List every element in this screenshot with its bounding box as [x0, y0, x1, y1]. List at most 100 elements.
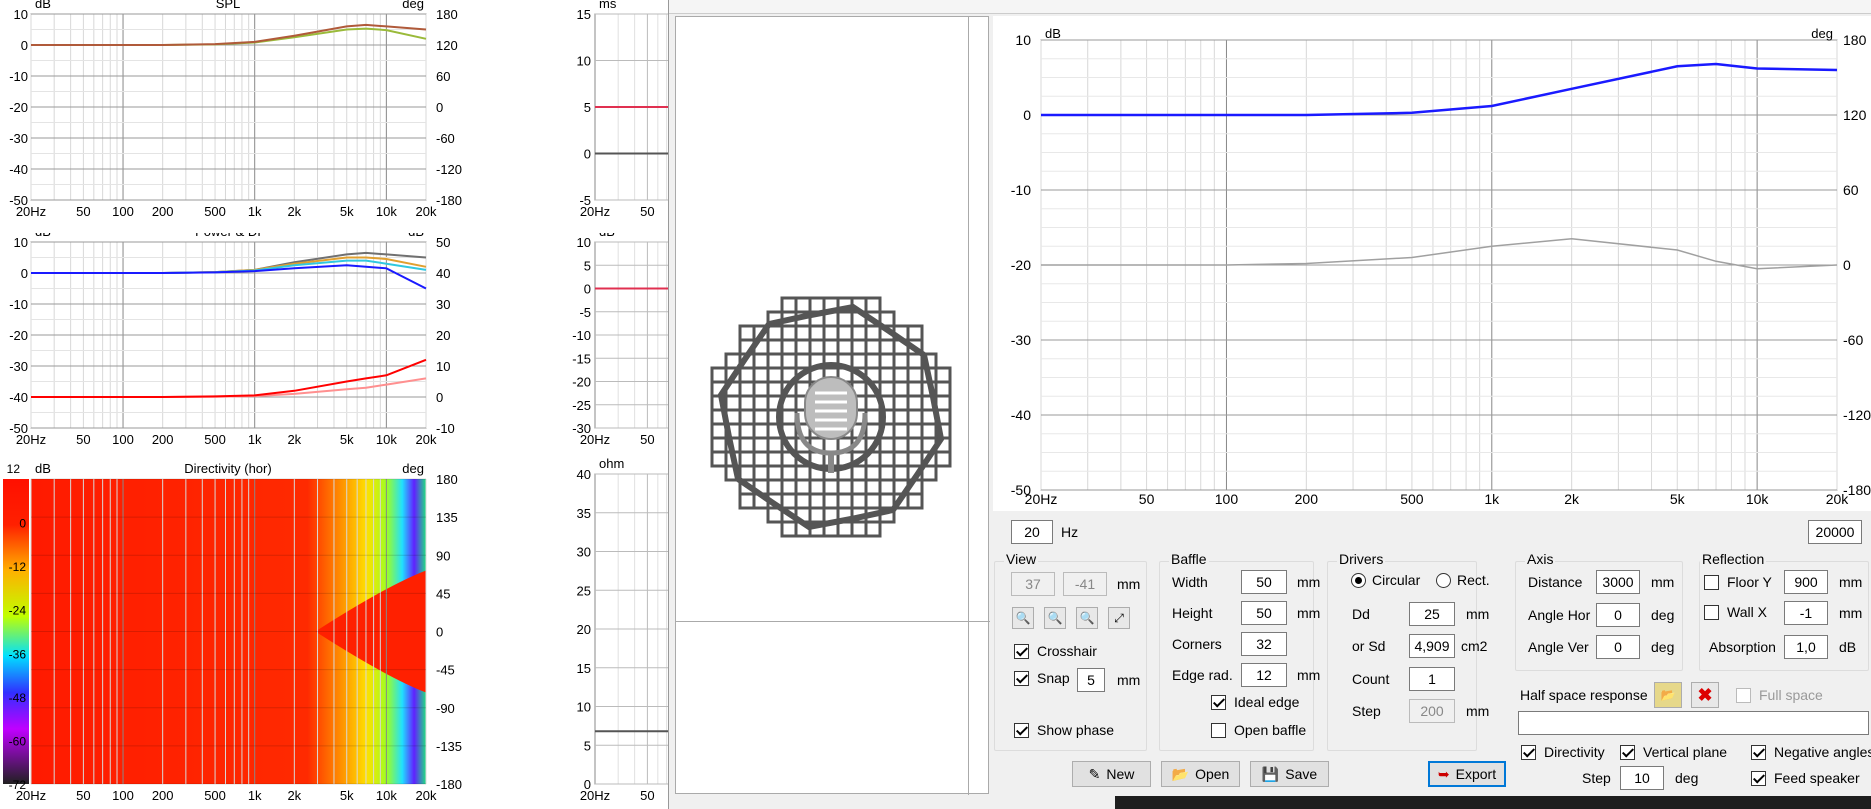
full-space-checkbox[interactable]: [1736, 688, 1751, 703]
corners-label: Corners: [1172, 636, 1222, 652]
tick-label: 20k: [416, 788, 437, 803]
tick-label: 20Hz: [16, 204, 46, 219]
axis-label: deg: [402, 461, 424, 476]
delete-icon[interactable]: ✖: [1691, 682, 1719, 708]
floor-input[interactable]: 900: [1784, 570, 1828, 594]
new-button[interactable]: ✎ New: [1072, 761, 1151, 787]
height-input[interactable]: 50: [1241, 601, 1287, 625]
angle-hor-input[interactable]: 0: [1596, 603, 1640, 627]
rect-radio[interactable]: [1436, 573, 1451, 588]
axis-group-title: Axis: [1525, 551, 1556, 567]
grid-cell: [766, 464, 784, 482]
chart-title: Power & DI: [195, 233, 261, 239]
tick-label: 10: [577, 54, 591, 69]
tick-label: 0: [1843, 257, 1851, 273]
tick-label: 50: [640, 432, 654, 447]
scale-label: 0: [19, 517, 26, 531]
tick-label: 2k: [287, 432, 301, 447]
tick-label: 5k: [340, 432, 354, 447]
grid-cell: [822, 338, 840, 356]
new-label: New: [1106, 766, 1135, 782]
edge-input[interactable]: 12: [1241, 663, 1287, 687]
tick-label: 5k: [1670, 491, 1686, 507]
scale-label: -36: [9, 647, 27, 661]
grid-cell: [920, 422, 938, 440]
grid-cell: [878, 492, 896, 510]
feed-speaker-checkbox[interactable]: [1751, 771, 1766, 786]
grid-cell: [906, 366, 924, 384]
half-space-path-input[interactable]: [1518, 711, 1869, 735]
dd-input[interactable]: 25: [1409, 602, 1455, 626]
tick-label: 20Hz: [580, 788, 610, 803]
absorption-input[interactable]: 1,0: [1784, 635, 1828, 659]
grid-cell: [892, 450, 910, 468]
tick-label: -60: [436, 131, 455, 146]
baffle-canvas[interactable]: [675, 16, 990, 795]
snap-unit: mm: [1117, 672, 1141, 688]
circular-radio[interactable]: [1351, 573, 1366, 588]
grid-cell: [738, 422, 756, 440]
grid-cell: [766, 366, 784, 384]
zoom-fit-icon[interactable]: 🔍: [1044, 607, 1066, 629]
axis-label: dB: [1045, 26, 1061, 41]
ideal-edge-label: Ideal edge: [1234, 694, 1300, 710]
grid-cell: [794, 352, 812, 370]
edge-unit: mm: [1297, 667, 1321, 683]
chart-title: Directivity (hor): [184, 461, 271, 476]
grid-cell: [780, 352, 798, 370]
width-input[interactable]: 50: [1241, 570, 1287, 594]
tick-label: 500: [1400, 491, 1424, 507]
vertical-plane-checkbox[interactable]: [1620, 745, 1635, 760]
tick-label: 20k: [416, 432, 437, 447]
wall-checkbox[interactable]: [1704, 605, 1719, 620]
dd-unit: mm: [1466, 606, 1490, 622]
count-input[interactable]: 1: [1409, 667, 1455, 691]
directivity-checkbox[interactable]: [1521, 745, 1536, 760]
options-step-input[interactable]: 10: [1620, 766, 1664, 790]
floor-checkbox[interactable]: [1704, 575, 1719, 590]
freq-max-input[interactable]: 20000: [1808, 520, 1862, 544]
export-button[interactable]: ➥ Export: [1428, 761, 1506, 787]
tick-label: 10: [14, 7, 28, 22]
zoom-out-icon[interactable]: 🔍: [1012, 607, 1034, 629]
view-x-input[interactable]: 37: [1011, 572, 1055, 596]
grid-cell: [878, 464, 896, 482]
ideal-edge-checkbox[interactable]: [1211, 695, 1226, 710]
snap-checkbox[interactable]: [1014, 671, 1029, 686]
open-baffle-checkbox[interactable]: [1211, 723, 1226, 738]
crosshair-checkbox[interactable]: [1014, 644, 1029, 659]
width-unit: mm: [1297, 574, 1321, 590]
grid-cell: [892, 408, 910, 426]
crosshair-label: Crosshair: [1037, 643, 1097, 659]
fullscreen-icon[interactable]: ⤢: [1108, 607, 1130, 629]
grid-cell: [808, 324, 826, 342]
step-input[interactable]: 200: [1409, 699, 1455, 723]
sd-input[interactable]: 4,909: [1409, 634, 1455, 658]
wall-input[interactable]: -1: [1784, 601, 1828, 625]
floor-label: Floor Y: [1727, 574, 1772, 590]
grid-cell: [808, 478, 826, 496]
distance-input[interactable]: 3000: [1596, 570, 1640, 594]
spl-chart: 100-10-20-30-40-50180120600-60-120-18020…: [9, 0, 462, 219]
grid-cell: [710, 450, 728, 468]
save-button[interactable]: 💾 Save: [1250, 761, 1329, 787]
step-chart: 1050-5-10-15-20-25-30dB20Hz50: [572, 233, 672, 447]
dialog-titlebar: [669, 0, 1871, 14]
tick-label: -15: [572, 351, 591, 366]
open-folder-icon[interactable]: 📂: [1654, 682, 1682, 708]
corners-input[interactable]: 32: [1241, 632, 1287, 656]
freq-min-input[interactable]: 20: [1011, 520, 1053, 544]
snap-input[interactable]: 5: [1077, 668, 1105, 692]
zoom-in-icon[interactable]: 🔍: [1076, 607, 1098, 629]
negative-angles-checkbox[interactable]: [1751, 745, 1766, 760]
new-icon: ✎: [1088, 765, 1101, 782]
open-button[interactable]: 📂 Open: [1161, 761, 1240, 787]
tick-label: 200: [152, 432, 174, 447]
grid-cell: [822, 492, 840, 510]
angle-ver-input[interactable]: 0: [1596, 635, 1640, 659]
view-y-input[interactable]: -41: [1063, 572, 1107, 596]
tick-label: 50: [640, 204, 654, 219]
show-phase-checkbox[interactable]: [1014, 723, 1029, 738]
grid-cell: [934, 450, 952, 468]
tick-label: 50: [640, 788, 654, 803]
